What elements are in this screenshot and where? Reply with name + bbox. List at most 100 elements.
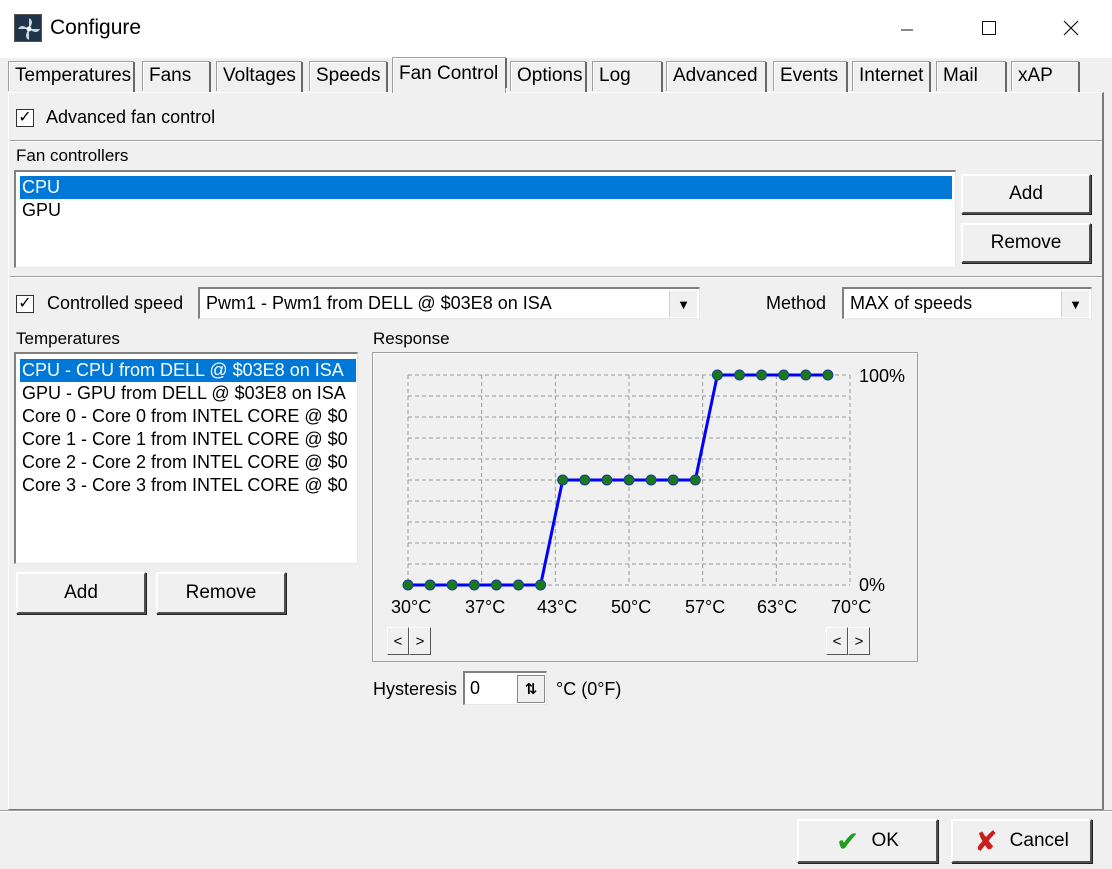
tab-internet[interactable]: Internet: [852, 61, 931, 92]
list-item[interactable]: Core 3 - Core 3 from INTEL CORE @ $0: [20, 474, 356, 497]
window-title: Configure: [50, 16, 142, 39]
tab-temperatures[interactable]: Temperatures: [8, 61, 135, 92]
x-tick-label: 50°C: [611, 597, 652, 617]
data-point: [601, 474, 613, 486]
temperatures-remove-button[interactable]: Remove: [156, 572, 286, 614]
data-point: [535, 579, 547, 591]
data-point: [756, 369, 768, 381]
ok-label: OK: [871, 830, 899, 851]
tab-fans[interactable]: Fans: [142, 61, 211, 92]
controlled-speed-checkbox[interactable]: ✓: [16, 295, 34, 313]
tab-speeds[interactable]: Speeds: [309, 61, 388, 92]
advanced-fan-control-label: Advanced fan control: [46, 107, 216, 127]
hysteresis-spinner[interactable]: 0 ⇅: [463, 671, 547, 705]
checkmark-icon: ✓: [18, 109, 32, 126]
tab-log[interactable]: Log: [592, 61, 663, 92]
response-label: Response: [373, 329, 450, 348]
tab-xap[interactable]: xAP: [1011, 61, 1080, 92]
list-item[interactable]: GPU - GPU from DELL @ $03E8 on ISA: [20, 382, 356, 405]
data-point: [579, 474, 591, 486]
tab-label: Advanced: [673, 65, 758, 86]
tab-label: xAP: [1018, 65, 1053, 86]
tab-label: Voltages: [223, 65, 296, 86]
tab-label: Internet: [859, 65, 924, 86]
maximize-icon: [981, 16, 997, 42]
data-point: [424, 579, 436, 591]
minimize-icon: [900, 16, 914, 42]
method-select[interactable]: MAX of speeds ▼: [842, 287, 1092, 319]
response-chart: 30°C 37°C 43°C 50°C 57°C 63°C 70°C 0% 10…: [372, 352, 918, 662]
fan-controllers-add-button[interactable]: Add: [961, 174, 1091, 214]
tab-mail[interactable]: Mail: [936, 61, 1007, 92]
advanced-fan-control-checkbox[interactable]: ✓: [16, 109, 34, 127]
tab-advanced[interactable]: Advanced: [666, 61, 767, 92]
temperatures-list[interactable]: CPU - CPU from DELL @ $03E8 on ISA GPU -…: [14, 352, 358, 564]
tab-label: Events: [780, 65, 839, 86]
fan-controllers-label: Fan controllers: [16, 146, 129, 165]
tab-fan-control[interactable]: Fan Control: [392, 57, 507, 93]
fan-controllers-list[interactable]: CPU GPU: [14, 170, 956, 268]
shift-right-start-button[interactable]: >: [409, 627, 431, 655]
hysteresis-label: Hysteresis: [373, 679, 458, 699]
divider: [0, 810, 1112, 812]
hysteresis-value: 0: [470, 678, 481, 698]
data-point: [689, 474, 701, 486]
list-item[interactable]: Core 1 - Core 1 from INTEL CORE @ $0: [20, 428, 356, 451]
data-point: [778, 369, 790, 381]
y-tick-label: 0%: [859, 575, 886, 595]
data-point: [645, 474, 657, 486]
temperatures-label: Temperatures: [16, 329, 120, 348]
spin-arrows-icon[interactable]: ⇅: [517, 675, 545, 703]
data-point: [667, 474, 679, 486]
list-item[interactable]: Core 0 - Core 0 from INTEL CORE @ $0: [20, 405, 356, 428]
shift-right-end-button[interactable]: >: [848, 627, 870, 655]
controlled-speed-label: Controlled speed: [47, 293, 184, 313]
method-value: MAX of speeds: [850, 293, 973, 313]
data-point: [446, 579, 458, 591]
tab-label: Log: [599, 65, 631, 86]
close-button[interactable]: [1048, 0, 1094, 58]
x-tick-label: 37°C: [465, 597, 506, 617]
title-bar: [0, 0, 1112, 58]
fan-controllers-remove-button[interactable]: Remove: [961, 223, 1091, 263]
tab-label: Fans: [149, 65, 192, 86]
chevron-down-icon[interactable]: ▼: [669, 291, 697, 317]
method-label: Method: [766, 293, 827, 313]
tab-options[interactable]: Options: [510, 61, 587, 92]
checkmark-icon: ✔: [836, 825, 860, 857]
tab-label: Options: [517, 65, 583, 86]
shift-left-end-button[interactable]: <: [826, 627, 848, 655]
minimize-button[interactable]: [884, 0, 930, 58]
ok-button[interactable]: ✔ OK: [797, 819, 938, 863]
tab-label: Fan Control: [399, 63, 499, 84]
y-tick-label: 100%: [859, 366, 906, 386]
checkmark-icon: ✓: [18, 295, 32, 312]
cancel-label: Cancel: [1009, 830, 1069, 851]
series-line: [408, 373, 828, 587]
data-point: [734, 369, 745, 381]
data-point: [557, 474, 569, 486]
list-item[interactable]: GPU: [20, 199, 952, 222]
x-icon: ✘: [974, 825, 998, 857]
data-point: [800, 369, 812, 381]
shift-left-start-button[interactable]: <: [387, 627, 409, 655]
x-tick-label: 30°C: [391, 597, 432, 617]
list-item[interactable]: Core 2 - Core 2 from INTEL CORE @ $0: [20, 451, 356, 474]
list-item[interactable]: CPU - CPU from DELL @ $03E8 on ISA: [20, 359, 356, 382]
controlled-speed-select[interactable]: Pwm1 - Pwm1 from DELL @ $03E8 on ISA ▼: [198, 287, 700, 319]
cancel-button[interactable]: ✘ Cancel: [951, 819, 1092, 863]
maximize-button[interactable]: [966, 0, 1012, 58]
data-point: [711, 369, 723, 381]
data-point: [468, 579, 480, 591]
tab-events[interactable]: Events: [773, 61, 848, 92]
hysteresis-unit: °C (0°F): [556, 679, 622, 699]
data-point: [402, 579, 414, 591]
close-icon: [1063, 16, 1079, 42]
temperatures-add-button[interactable]: Add: [16, 572, 146, 614]
controlled-speed-value: Pwm1 - Pwm1 from DELL @ $03E8 on ISA: [206, 293, 552, 313]
chevron-down-icon[interactable]: ▼: [1061, 291, 1089, 317]
list-item[interactable]: CPU: [20, 176, 952, 199]
x-tick-label: 70°C: [831, 597, 872, 617]
data-point: [513, 579, 524, 591]
tab-voltages[interactable]: Voltages: [216, 61, 303, 92]
